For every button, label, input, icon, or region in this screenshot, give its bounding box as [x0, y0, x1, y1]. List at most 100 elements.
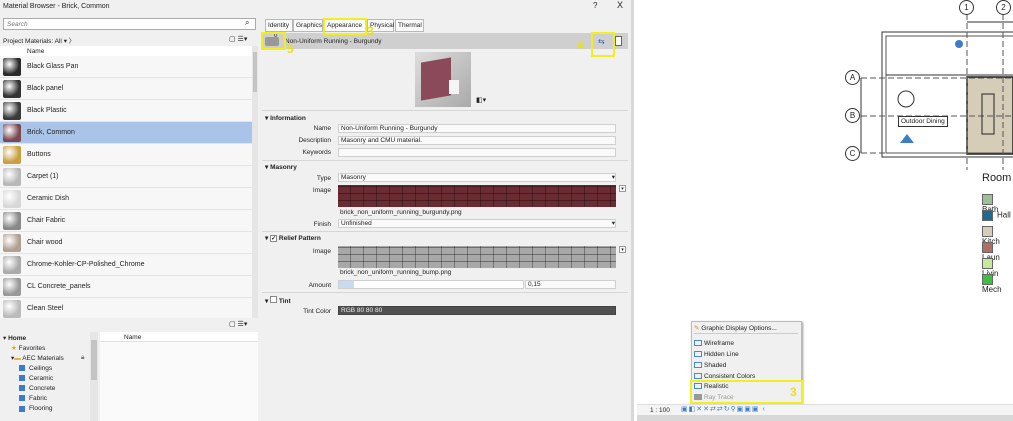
library-tree-item[interactable]: ▾ Home [3, 334, 26, 342]
material-list-item[interactable]: Black Glass Pan [0, 56, 252, 78]
library-tree-item[interactable]: ★ Favorites [11, 344, 45, 352]
material-list-item[interactable]: Black panel [0, 78, 252, 100]
finish-label: Finish [313, 221, 331, 228]
masonry-image[interactable] [338, 185, 616, 207]
menu-item-consistent-colors[interactable]: Consistent Colors [694, 373, 755, 380]
masonry-image-file: brick_non_uniform_running_burgundy.png [340, 209, 462, 216]
tint-color-field[interactable]: RGB 80 80 80 [338, 306, 616, 315]
library-tree-item[interactable]: Fabric [19, 395, 47, 402]
help-button[interactable]: ? [593, 1, 597, 10]
keywords-field[interactable] [338, 148, 616, 157]
material-list-item[interactable]: Clean Steel [0, 298, 252, 318]
filter-dropdown[interactable]: Project Materials: All ▾ 〉 [3, 35, 75, 45]
material-name: Brick, Common [27, 129, 75, 136]
description-field[interactable]: Masonry and CMU material. [338, 136, 616, 145]
legend-title: Room [982, 172, 1012, 184]
material-thumbnail [3, 300, 21, 318]
material-thumbnail [3, 190, 21, 208]
section-marker-icon [900, 134, 914, 143]
preview-options-icon[interactable]: ◧▾ [476, 96, 486, 104]
material-thumbnail [3, 58, 21, 76]
grid-bubble-b[interactable]: B [845, 108, 860, 123]
annotation-3-menu: 3 [790, 385, 797, 399]
image-menu-button[interactable]: ▾ [619, 185, 626, 192]
material-name: Black Plastic [27, 107, 67, 114]
view-control-icons[interactable]: ▣◧✕✕⇄⇄↻⚲▣▣▣ ‹ [681, 405, 766, 413]
relief-image-file: brick_non_uniform_running_bump.png [340, 269, 452, 276]
search-icon[interactable]: ⌕ [245, 18, 249, 28]
menu-item-graphic-display-options[interactable]: ✎ Graphic Display Options... [694, 324, 777, 332]
scale-label[interactable]: 1 : 100 [650, 407, 670, 414]
material-list-item[interactable]: Black Plastic [0, 100, 252, 122]
name-field[interactable]: Non-Uniform Running - Burgundy [338, 124, 616, 133]
finish-select[interactable]: Unfinished ▾ [338, 219, 616, 228]
visual-style-icon [694, 362, 702, 369]
menu-item-wireframe[interactable]: Wireframe [694, 340, 734, 347]
material-list-item[interactable]: Ceramic Dish [0, 188, 252, 210]
library-tree-item[interactable]: ▾▬ AEC Materials 🔒︎ [11, 354, 84, 363]
visual-style-icon [694, 373, 702, 380]
library-icon [19, 405, 25, 412]
relief-pattern-section[interactable]: ▾ ✓ Relief Pattern [265, 234, 321, 242]
legend-item: Hall [982, 210, 1011, 221]
relief-image[interactable] [338, 246, 616, 268]
menu-item-shaded[interactable]: Shaded [694, 362, 726, 369]
amount-field[interactable]: 0,15 [525, 280, 616, 289]
close-button[interactable]: X [617, 0, 623, 10]
library-tree-item[interactable]: Concrete [19, 385, 55, 392]
legend-item: Mech [982, 274, 1013, 294]
legend-swatch [982, 274, 993, 285]
tint-section[interactable]: ▾ Tint [265, 296, 291, 305]
amount-slider[interactable] [338, 280, 524, 289]
library-tree-item[interactable]: Ceramic [19, 375, 53, 382]
library-tree: ▾ Home ★ Favorites ▾▬ AEC Materials 🔒︎ Ceili… [0, 332, 90, 421]
dialog-title: Material Browser - Brick, Common [3, 3, 110, 10]
grid-bubble-2[interactable]: 2 [996, 0, 1011, 15]
tree-scrollbar[interactable] [90, 332, 98, 421]
relief-checkbox[interactable]: ✓ [270, 235, 278, 242]
legend-swatch [982, 210, 993, 221]
material-list-item[interactable]: Chair wood [0, 232, 252, 254]
tint-color-label: Tint Color [303, 308, 331, 315]
room-tag[interactable]: Outdoor Dining [898, 116, 948, 127]
material-name: Black Glass Pan [27, 63, 79, 70]
information-section[interactable]: ▾ Information [265, 114, 306, 122]
grid-bubble-1[interactable]: 1 [959, 0, 974, 15]
tab-graphics[interactable]: Graphics [293, 19, 323, 32]
material-name: Buttons [27, 151, 51, 158]
description-label: Description [298, 137, 331, 144]
list-scrollbar[interactable] [252, 46, 258, 318]
material-list-item[interactable]: Buttons [0, 144, 252, 166]
material-name: Clean Steel [27, 305, 64, 312]
view-options-icon[interactable]: ▢ ☰▾ [229, 35, 247, 43]
library-tree-item[interactable]: Ceilings [19, 365, 52, 372]
grid-bubble-c[interactable]: C [845, 146, 860, 161]
library-view-icon[interactable]: ▢ ☰▾ [229, 320, 247, 328]
folder-icon: ▬ [14, 355, 21, 363]
material-name: Chair wood [27, 239, 63, 246]
library-icon [19, 385, 25, 392]
tint-checkbox[interactable] [270, 296, 278, 303]
grid-bubble-a[interactable]: A [845, 70, 860, 85]
tab-identity[interactable]: Identity [265, 19, 293, 32]
material-list-item[interactable]: Chair Fabric [0, 210, 252, 232]
material-list-item[interactable]: Carpet (1) [0, 166, 252, 188]
relief-image-menu-button[interactable]: ▾ [619, 246, 626, 253]
material-thumbnail [3, 234, 21, 252]
amount-label: Amount [308, 282, 331, 289]
material-list-item[interactable]: CL Concrete_panels [0, 276, 252, 298]
material-browser-dialog: Material Browser - Brick, Common ? X ⌕ P… [0, 0, 634, 421]
annotation-4: 4 [577, 38, 584, 52]
document-icon[interactable] [615, 36, 622, 46]
masonry-section[interactable]: ▾ Masonry [265, 163, 297, 171]
search-input[interactable] [3, 18, 256, 30]
material-list-item[interactable]: Chrome-Kohler-CP-Polished_Chrome [0, 254, 252, 276]
name-column-header[interactable]: Name [27, 48, 44, 55]
material-list-item[interactable]: Brick, Common [0, 122, 252, 144]
type-select[interactable]: Masonry ▾ [338, 173, 616, 182]
library-icon [19, 395, 25, 402]
menu-item-hidden-line[interactable]: Hidden Line [694, 351, 739, 358]
material-name: Chair Fabric [27, 217, 66, 224]
tab-thermal[interactable]: Thermal [395, 19, 424, 32]
library-tree-item[interactable]: Flooring [19, 405, 52, 412]
